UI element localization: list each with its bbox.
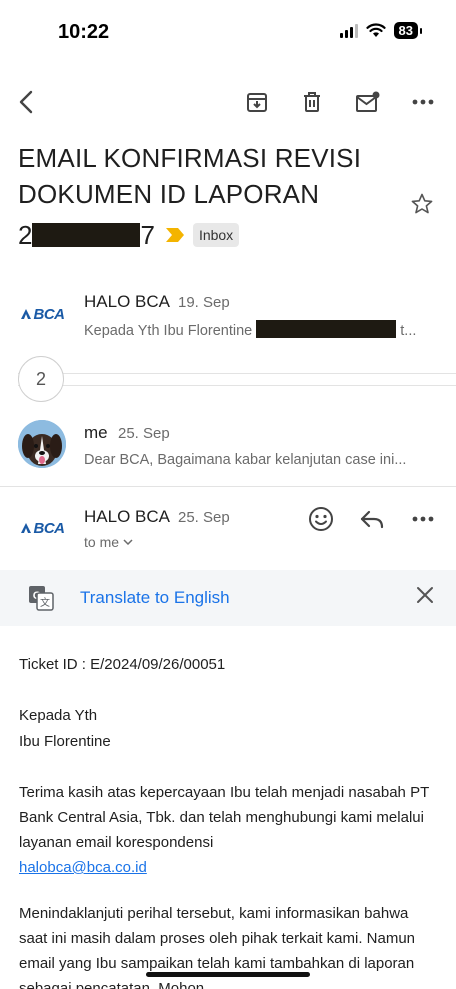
more-options-button[interactable] (409, 88, 437, 116)
redacted-block (32, 223, 141, 247)
email-link[interactable]: halobca@bca.co.id (19, 859, 147, 876)
subject-line-1: EMAIL KONFIRMASI REVISI (18, 143, 362, 173)
subject-label-row: 2 7 Inbox (18, 217, 240, 253)
message-snippet: Kepada Yth Ibu Florentine t... (84, 320, 416, 339)
avatar: BCA (18, 290, 66, 338)
subject-number-start: 2 (18, 220, 33, 250)
subject-number-end: 7 (140, 220, 155, 250)
chevron-left-icon (19, 90, 33, 114)
translate-link[interactable]: Translate to English (80, 588, 230, 608)
sender-name: me (84, 423, 108, 442)
subject-line-2: DOKUMEN ID LAPORAN (18, 179, 320, 209)
email-subject: EMAIL KONFIRMASI REVISI DOKUMEN ID LAPOR… (18, 140, 388, 212)
reply-button[interactable] (358, 505, 386, 533)
message-more-button[interactable] (409, 505, 437, 533)
close-icon (417, 587, 433, 603)
body-paragraph-1: Terima kasih atas kepercayaan Ibu telah … (19, 784, 429, 876)
home-indicator (146, 972, 310, 977)
recipient-details-toggle[interactable]: to me (84, 534, 133, 550)
avatar (18, 420, 66, 468)
divider (18, 373, 456, 374)
sender-name: HALO BCA (84, 292, 170, 311)
sender-name: HALO BCA (84, 507, 170, 526)
more-horizontal-icon (412, 99, 434, 105)
cellular-signal-icon (339, 23, 358, 38)
mail-unread-icon (356, 91, 380, 112)
archive-button[interactable] (243, 88, 271, 116)
trash-icon (304, 92, 320, 112)
message-date: 25. Sep (118, 425, 170, 442)
collapsed-messages-count[interactable]: 2 (18, 356, 64, 402)
message-snippet: Dear BCA, Bagaimana kabar kelanjutan cas… (84, 452, 407, 468)
greeting-line-1: Kepada Yth (19, 707, 98, 724)
react-button[interactable] (307, 505, 335, 533)
thread-message-1[interactable]: BCA HALO BCA 19. Sep Kepada Yth Ibu Flor… (0, 280, 456, 360)
emoji-icon (309, 507, 333, 531)
divider (18, 385, 456, 386)
translate-bar: G 文 Translate to English (0, 570, 456, 626)
avatar: BCA (18, 504, 66, 552)
important-marker-icon (165, 228, 184, 242)
status-time: 10:22 (58, 21, 110, 43)
star-icon (411, 193, 433, 214)
recipient-label: to me (84, 534, 120, 550)
back-button[interactable] (12, 88, 40, 116)
status-icons: 83 (339, 22, 423, 39)
greeting-line-2: Ibu Florentine (19, 733, 111, 750)
battery-indicator: 83 (393, 22, 423, 39)
status-bar: 10:22 83 (0, 0, 456, 64)
svg-text:文: 文 (40, 596, 50, 609)
translate-icon: G 文 (28, 585, 54, 616)
reply-icon (360, 510, 384, 529)
star-button[interactable] (410, 192, 434, 221)
bca-logo-icon: BCA (20, 306, 65, 323)
archive-icon (247, 93, 267, 112)
thread-message-3: BCA HALO BCA 25. Sep (0, 494, 456, 564)
thread-message-2[interactable]: me 25. Sep Dear BCA, Bagaimana kabar kel… (0, 410, 456, 480)
more-horizontal-icon (412, 516, 434, 522)
close-translate-button[interactable] (416, 586, 434, 609)
delete-button[interactable] (298, 88, 326, 116)
wifi-icon (365, 23, 386, 37)
mark-unread-button[interactable] (354, 88, 382, 116)
inbox-label-chip[interactable]: Inbox (192, 223, 240, 247)
chevron-down-icon (123, 539, 133, 545)
message-date: 19. Sep (178, 294, 230, 311)
ticket-id: Ticket ID : E/2024/09/26/00051 (19, 656, 226, 673)
dog-avatar-icon (18, 420, 66, 468)
message-date: 25. Sep (178, 509, 230, 526)
bca-logo-icon: BCA (20, 520, 65, 537)
email-toolbar (0, 80, 456, 124)
divider (0, 486, 456, 487)
